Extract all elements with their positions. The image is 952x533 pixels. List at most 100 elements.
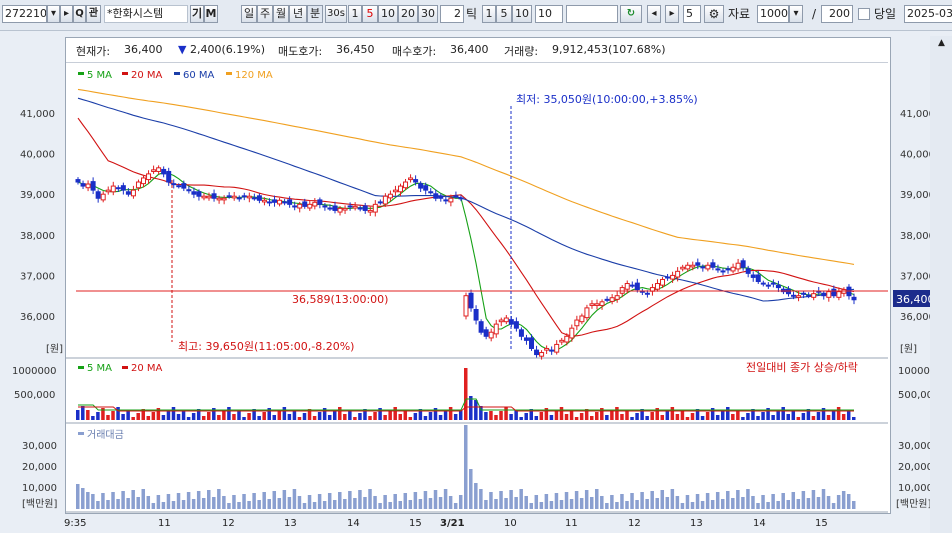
- candle-body: [256, 195, 262, 201]
- candle-body: [806, 294, 812, 297]
- volume-bar: [448, 407, 453, 420]
- candle-body: [518, 329, 524, 337]
- candle-body: [105, 189, 111, 193]
- amount-bar: [317, 494, 322, 509]
- volume-bar: [816, 412, 821, 420]
- candle-body: [599, 301, 605, 306]
- candle-body: [307, 203, 313, 209]
- candle-body: [236, 197, 242, 200]
- amount-bar: [726, 491, 730, 509]
- volume-bar: [610, 411, 614, 420]
- price-tick-left-1: 40,000: [20, 150, 55, 161]
- amount-bar: [191, 499, 196, 509]
- volume-bar: [504, 407, 508, 420]
- x-axis-label-4: 14: [347, 518, 360, 529]
- volume-bar: [756, 416, 760, 420]
- amount-bar: [791, 492, 796, 509]
- volume-bar: [554, 411, 559, 420]
- candle-body: [186, 189, 192, 192]
- amount-bar: [539, 502, 544, 509]
- volume-bar: [343, 414, 347, 420]
- stock-chart[interactable]: 41,000 40,000 39,000 38,000 37,000 36,000 41,…: [0, 0, 952, 533]
- volume-bar: [720, 411, 725, 420]
- x-axis-label-3: 13: [284, 518, 297, 529]
- volume-bar: [388, 411, 392, 420]
- amount-bar: [761, 495, 765, 509]
- volume-bar: [675, 414, 680, 420]
- volume-bar: [690, 413, 695, 420]
- amount-bar: [181, 500, 186, 509]
- vol-legend-ma20-swatch: [122, 366, 128, 369]
- volume-bar: [630, 417, 634, 420]
- amount-bar: [816, 497, 821, 509]
- volume-bar: [705, 412, 710, 420]
- volume-bar: [605, 415, 609, 420]
- amount-bar: [423, 491, 428, 509]
- candle-body: [408, 177, 414, 181]
- amount-bar: [846, 494, 851, 509]
- amount-bar: [751, 496, 755, 509]
- amount-bar: [650, 491, 654, 509]
- x-axis-label-8: 11: [565, 518, 578, 529]
- amount-bar: [166, 494, 171, 509]
- amount-bar: [801, 491, 806, 509]
- candle-body: [554, 343, 560, 353]
- candle-body: [423, 185, 429, 191]
- candle-body: [216, 197, 222, 201]
- candle-body: [176, 185, 182, 188]
- amount-bar: [660, 490, 665, 509]
- amount-bar: [408, 500, 413, 509]
- candle-body: [851, 296, 857, 301]
- candle-body: [604, 298, 610, 301]
- amount-bar: [232, 495, 236, 509]
- candle-body: [156, 167, 162, 172]
- candle-body: [135, 181, 141, 189]
- candle-body: [90, 181, 96, 191]
- volume-bar: [589, 416, 594, 420]
- amount-bar: [852, 501, 856, 509]
- volume-bar: [217, 415, 221, 420]
- candle-body: [544, 347, 550, 351]
- candle-body: [740, 260, 746, 268]
- candle-body: [337, 207, 343, 213]
- volume-bar: [287, 414, 292, 420]
- volume-bar: [438, 415, 443, 420]
- x-axis-label-9: 12: [628, 518, 641, 529]
- legend-ma5-swatch: [78, 72, 84, 75]
- amount-bar: [474, 483, 478, 509]
- candle-body: [745, 268, 751, 274]
- volume-bar: [484, 412, 488, 420]
- candle-body: [201, 195, 207, 199]
- amount-bar: [756, 503, 760, 509]
- amount-legend-swatch: [78, 432, 84, 435]
- candle-body: [730, 266, 736, 272]
- candle-body: [352, 205, 358, 209]
- volume-bar: [116, 407, 120, 420]
- amount-bar: [731, 498, 735, 509]
- amount-bar: [227, 503, 231, 509]
- amount-bar: [252, 493, 256, 509]
- candle-body: [292, 205, 298, 208]
- candle-body: [720, 270, 726, 273]
- candle-body: [231, 195, 237, 199]
- candle-body: [312, 201, 318, 207]
- candle-body: [539, 352, 545, 357]
- amount-bar: [176, 493, 181, 509]
- volume-bar: [358, 413, 362, 420]
- volume-bar: [650, 412, 654, 420]
- amount-bar: [212, 497, 216, 509]
- volume-bar: [660, 415, 665, 420]
- candle-body: [534, 349, 540, 356]
- amount-bar: [574, 491, 579, 509]
- volume-bar: [373, 412, 377, 420]
- volume-bar: [579, 413, 584, 420]
- collapse-arrow-icon[interactable]: ▲: [938, 38, 945, 48]
- vol-legend-ma20: 20 MA: [131, 363, 163, 374]
- volume-bar: [474, 400, 478, 420]
- candle-body: [760, 282, 766, 285]
- candle-body: [392, 189, 398, 193]
- volume-bar: [121, 414, 125, 420]
- volume-bar: [595, 412, 599, 420]
- candle-body: [836, 291, 842, 298]
- volume-bar: [539, 412, 544, 420]
